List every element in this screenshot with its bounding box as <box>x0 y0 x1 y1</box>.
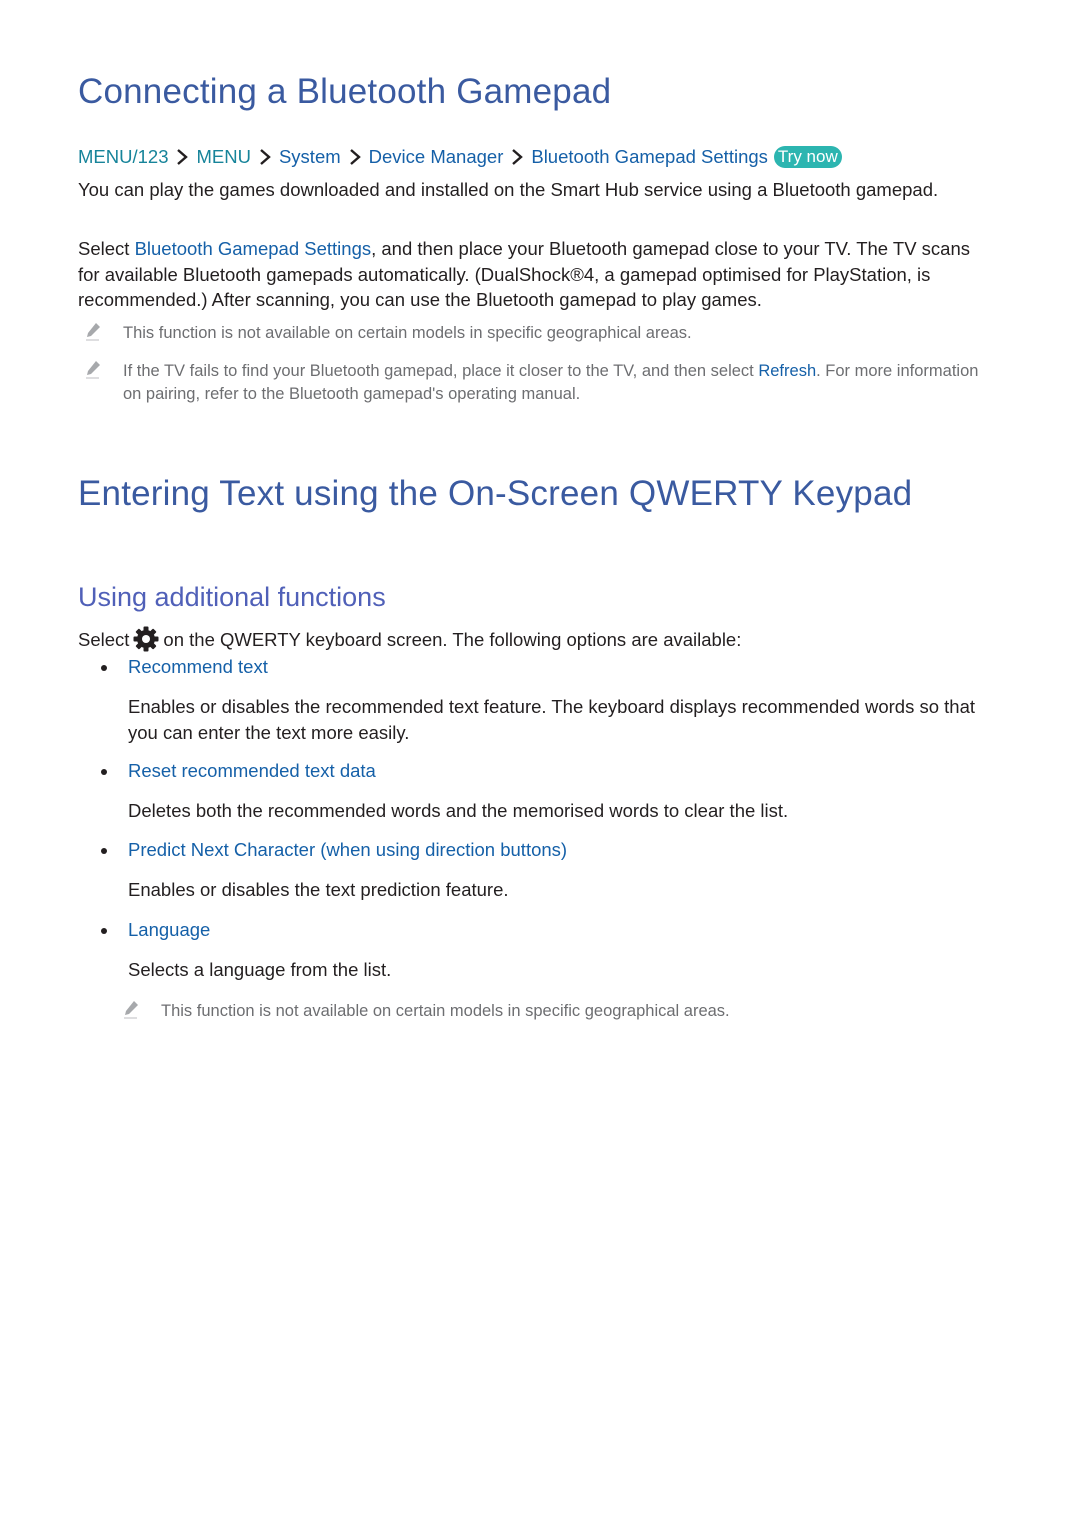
bluetooth-gamepad-settings-link[interactable]: Bluetooth Gamepad Settings <box>135 238 372 259</box>
option-reset-recommended-text-data[interactable]: Reset recommended text data <box>101 760 376 782</box>
intro-suffix: on the QWERTY keyboard screen. The follo… <box>163 629 742 650</box>
option-title: Language <box>128 919 211 940</box>
option-title: Recommend text <box>128 656 268 677</box>
instructions-paragraph: Select Bluetooth Gamepad Settings, and t… <box>78 236 993 313</box>
option-recommend-text[interactable]: Recommend text <box>101 656 268 678</box>
note-prefix: If the TV fails to find your Bluetooth g… <box>123 362 759 380</box>
subsection-title-additional-functions: Using additional functions <box>78 582 386 612</box>
option-title: Predict Next Character (when using direc… <box>128 839 568 860</box>
chevron-right-icon <box>349 149 361 165</box>
option-description: Deletes both the recommended words and t… <box>128 800 789 821</box>
note-text: This function is not available on certai… <box>123 324 692 342</box>
gear-icon <box>133 626 159 652</box>
breadcrumb-item-menu123[interactable]: MENU/123 <box>78 146 168 168</box>
option-predict-next-character[interactable]: Predict Next Character (when using direc… <box>101 839 568 861</box>
qwerty-intro: Select on the QWERTY keyboard screen. Th… <box>78 625 993 653</box>
note-text: This function is not available on certai… <box>161 1002 730 1020</box>
pencil-icon <box>124 1001 138 1019</box>
breadcrumb-item-bluetooth-gamepad-settings[interactable]: Bluetooth Gamepad Settings <box>531 146 768 168</box>
intro-paragraph: You can play the games downloaded and in… <box>78 179 939 200</box>
section-title-bluetooth-gamepad: Connecting a Bluetooth Gamepad <box>78 72 612 111</box>
option-language[interactable]: Language <box>101 919 211 941</box>
pencil-icon <box>86 323 100 341</box>
instructions-prefix: Select <box>78 238 135 259</box>
bullet-icon <box>101 665 107 671</box>
breadcrumb-item-system[interactable]: System <box>279 146 341 168</box>
breadcrumb: MENU/123 MENU System Device Manager Blue… <box>78 144 842 170</box>
chevron-right-icon <box>260 149 271 165</box>
note-refresh: If the TV fails to find your Bluetooth g… <box>78 360 993 406</box>
breadcrumb-item-menu[interactable]: MENU <box>196 146 250 168</box>
option-description: Selects a language from the list. <box>128 959 392 980</box>
refresh-link[interactable]: Refresh <box>758 362 816 380</box>
breadcrumb-item-device-manager[interactable]: Device Manager <box>369 146 504 168</box>
note-text: If the TV fails to find your Bluetooth g… <box>123 360 993 406</box>
intro-prefix: Select <box>78 629 130 650</box>
note-availability-qwerty: This function is not available on certai… <box>116 1000 993 1023</box>
bullet-icon <box>101 769 107 775</box>
section-title-qwerty-keypad: Entering Text using the On-Screen QWERTY… <box>78 474 913 513</box>
option-description: Enables or disables the text prediction … <box>128 879 509 900</box>
chevron-right-icon <box>177 149 189 165</box>
option-title: Reset recommended text data <box>128 760 376 781</box>
pencil-icon <box>86 361 100 379</box>
try-now-button[interactable]: Try now <box>773 146 842 168</box>
note-availability: This function is not available on certai… <box>78 322 993 345</box>
bullet-icon <box>101 928 107 934</box>
bullet-icon <box>101 848 107 854</box>
option-description: Enables or disables the recommended text… <box>128 696 976 743</box>
chevron-right-icon <box>512 149 524 165</box>
